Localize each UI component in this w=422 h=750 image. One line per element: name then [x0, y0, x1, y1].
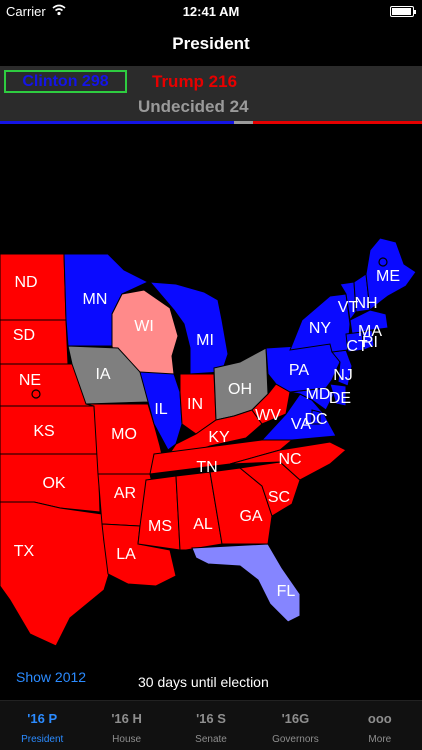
state-label-nd: ND [14, 274, 37, 291]
state-label-sc: SC [268, 489, 290, 506]
state-label-mi: MI [196, 332, 214, 349]
electoral-tally: Clinton 298 Trump 216 Undecided 24 [0, 66, 422, 124]
state-label-mo: MO [111, 426, 137, 443]
state-label-wi: WI [134, 318, 154, 335]
show-2012-button[interactable]: Show 2012 [16, 669, 86, 685]
tab-label: House [112, 734, 142, 745]
tab-label: President [21, 734, 64, 745]
trump-count: Trump 216 [152, 72, 238, 91]
house-tab-icon: '16 H [111, 711, 142, 726]
state-label-ga: GA [239, 508, 262, 525]
state-label-ok: OK [42, 475, 65, 492]
state-label-la: LA [116, 546, 136, 563]
state-label-ky: KY [208, 429, 230, 446]
state-label-md: MD [306, 386, 331, 403]
state-label-mn: MN [83, 291, 108, 308]
status-bar: Carrier 12:41 AM [0, 0, 422, 22]
state-label-pa: PA [289, 362, 309, 379]
tab-label: Governors [272, 734, 319, 745]
tab-senate[interactable]: '16 S Senate [169, 701, 253, 750]
state-label-ar: AR [114, 485, 136, 502]
state-label-ks: KS [33, 423, 54, 440]
state-label-de: DE [329, 390, 351, 407]
map-footer: Show 2012 30 days until election [0, 664, 422, 700]
page-title: President [0, 22, 422, 66]
state-label-ri: RI [362, 334, 378, 351]
senate-tab-icon: '16 S [196, 711, 226, 726]
clock: 12:41 AM [182, 4, 240, 19]
state-label-ms: MS [148, 518, 172, 535]
tab-bar: '16 P President '16 H House '16 S Senate… [0, 700, 422, 750]
battery-icon [390, 6, 416, 17]
tab-governors[interactable]: '16G Governors [253, 701, 337, 750]
state-label-tx: TX [14, 543, 35, 560]
days-until-election: 30 days until election [138, 674, 269, 690]
state-label-il: IL [154, 401, 167, 418]
state-label-al: AL [193, 516, 213, 533]
state-tx[interactable] [0, 501, 113, 647]
state-label-nh: NH [354, 295, 377, 312]
more-dots-icon: ooo [367, 711, 392, 726]
state-label-tn: TN [196, 459, 217, 476]
state-label-ne: NE [19, 372, 41, 389]
clinton-count-button[interactable]: Clinton 298 [4, 70, 127, 93]
state-label-me: ME [376, 268, 400, 285]
president-tab-icon: '16 P [27, 711, 58, 726]
tab-label: More [368, 734, 392, 745]
state-label-ia: IA [95, 366, 110, 383]
state-label-dc: DC [304, 411, 327, 428]
state-label-oh: OH [228, 381, 252, 398]
state-label-nj: NJ [333, 367, 353, 384]
tab-house[interactable]: '16 H House [84, 701, 168, 750]
state-label-wv: WV [255, 407, 281, 424]
state-label-ny: NY [309, 320, 332, 337]
state-label-sd: SD [13, 327, 35, 344]
state-label-nc: NC [278, 451, 301, 468]
state-label-in: IN [187, 396, 203, 413]
tab-president[interactable]: '16 P President [0, 701, 84, 750]
undecided-count: Undecided 24 [138, 97, 249, 116]
state-label-fl: FL [277, 583, 296, 600]
governors-tab-icon: '16G [281, 711, 310, 726]
tab-label: Senate [195, 734, 227, 745]
tab-more[interactable]: ooo More [338, 701, 422, 750]
electoral-map[interactable]: ND SD NE KS OK TX MN WI IA MO AR LA MI I… [0, 124, 422, 664]
